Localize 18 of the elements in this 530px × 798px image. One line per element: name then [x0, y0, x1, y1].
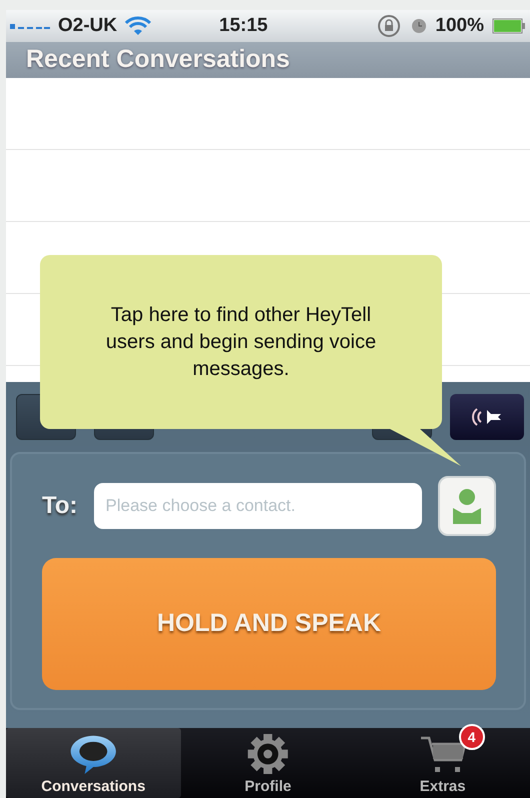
to-label: To: — [42, 491, 78, 521]
battery-icon — [492, 18, 526, 34]
signal-icon — [10, 22, 50, 30]
contact-field[interactable]: Please choose a contact. — [94, 483, 422, 529]
broadcast-button[interactable] — [450, 394, 524, 440]
alarm-icon — [411, 18, 428, 34]
carrier-name: O2-UK — [58, 14, 118, 38]
contacts-button[interactable] — [438, 476, 496, 536]
speech-bubble-icon — [68, 734, 118, 774]
person-icon — [452, 488, 482, 524]
tab[interactable]: Conversations — [6, 728, 181, 798]
page-title: Recent Conversations — [26, 44, 290, 76]
clock-time: 15:15 — [219, 14, 268, 38]
wifi-icon — [125, 16, 152, 36]
tooltip-text: Tap here to find other HeyTell users and begin sending voice messages. — [104, 302, 378, 382]
gear-icon — [247, 734, 289, 774]
battery-percent: 100% — [435, 14, 484, 38]
tab[interactable]: Profile — [180, 728, 356, 798]
